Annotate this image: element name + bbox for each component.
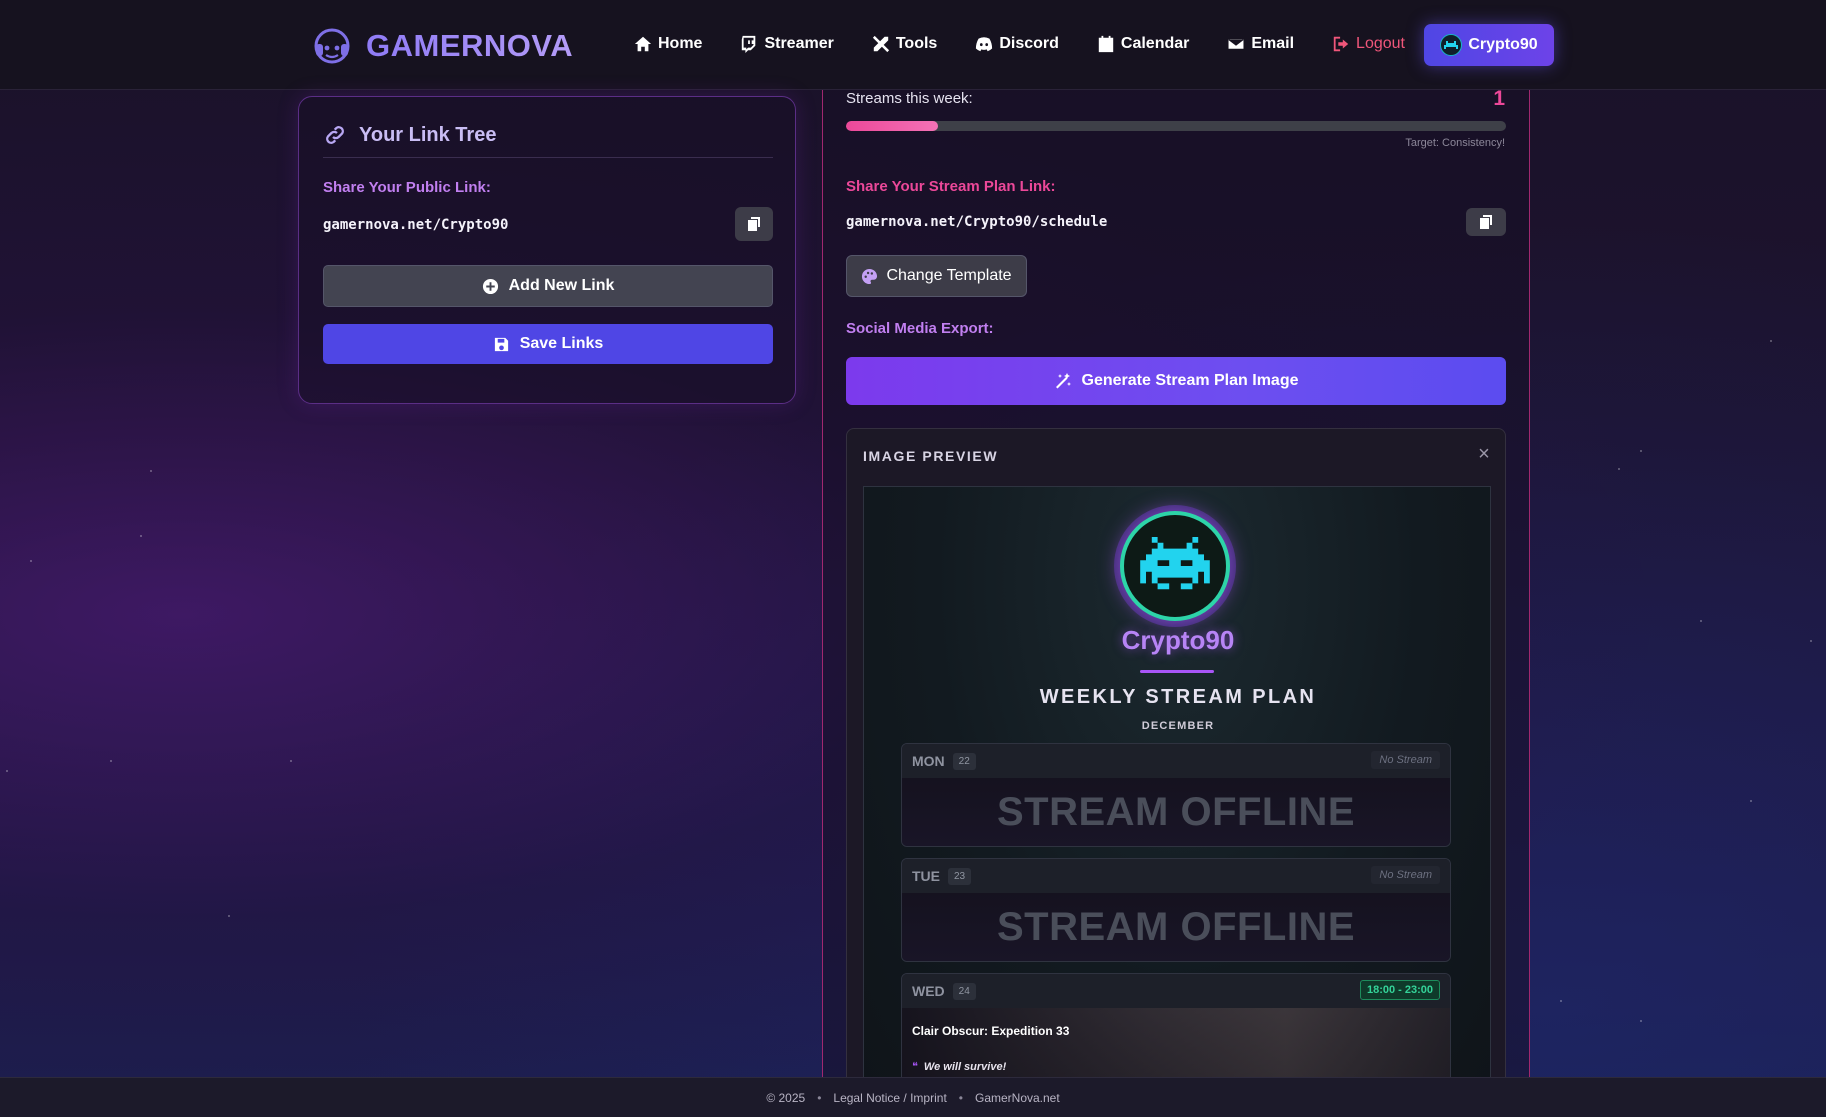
target-caption: Target: Consistency! [1405, 137, 1505, 149]
link-tree-title-text: Your Link Tree [359, 123, 497, 146]
game-banner: Clair Obscur: Expedition 33 ❝ We will sur… [902, 1008, 1450, 1087]
streams-week-label: Streams this week: [846, 90, 973, 107]
generate-stream-plan-image-button[interactable]: Generate Stream Plan Image [846, 357, 1506, 405]
nav-streamer-label: Streamer [764, 35, 834, 52]
day-card-wed: WED 24 18:00 - 23:00 Clair Obscur: Exped… [901, 973, 1451, 1087]
day-date: 23 [948, 867, 972, 885]
generate-label: Generate Stream Plan Image [1081, 372, 1299, 389]
nav-tools[interactable]: Tools [872, 28, 937, 60]
add-new-link-label: Add New Link [508, 277, 615, 294]
nav-email-label: Email [1251, 35, 1295, 52]
space-invader-icon [1140, 537, 1210, 590]
footer-separator: • [958, 1090, 963, 1105]
main-nav: Home Streamer Tools Discord Calendar Ema… [634, 28, 1443, 60]
streams-progress-fill [846, 121, 939, 131]
nav-discord[interactable]: Discord [975, 28, 1059, 60]
copy-icon [1480, 215, 1492, 229]
nav-home-label: Home [658, 35, 703, 52]
plan-link-label: Share Your Stream Plan Link: [846, 178, 1056, 195]
day-date: 24 [952, 982, 976, 1000]
plan-link-url: gamernova.net/Crypto90/schedule [846, 214, 1108, 230]
stream-offline-text: STREAM OFFLINE [902, 778, 1450, 846]
day-header: MON 22 No Stream [902, 744, 1450, 778]
footer-legal-link[interactable]: Legal Notice / Imprint [833, 1091, 946, 1105]
copy-public-link-button[interactable] [735, 207, 773, 241]
footer-copyright: © 2025 [766, 1090, 806, 1105]
top-navbar: GAMERNOVA Home Streamer Tools Discord Ca… [0, 0, 1826, 90]
nav-discord-label: Discord [999, 35, 1059, 52]
add-new-link-button[interactable]: Add New Link [323, 265, 773, 307]
plan-name-underline [1140, 670, 1214, 673]
day-time-badge: 18:00 - 23:00 [1359, 980, 1440, 1000]
stream-quote-text: We will survive! [923, 1061, 1007, 1073]
day-status-badge: No Stream [1371, 751, 1440, 769]
brand[interactable]: GAMERNOVA [310, 24, 573, 68]
nav-calendar-label: Calendar [1120, 35, 1190, 52]
footer-site-link[interactable]: GamerNova.net [975, 1091, 1060, 1105]
stream-plan-image: Crypto90 WEEKLY STREAM PLAN DECEMBER MON… [863, 486, 1491, 1087]
footer: © 2025 • Legal Notice / Imprint • GamerN… [0, 1077, 1826, 1117]
day-date: 22 [952, 752, 976, 770]
quote-icon: ❝ [912, 1061, 918, 1073]
day-header: WED 24 18:00 - 23:00 [902, 974, 1450, 1008]
public-link-label: Share Your Public Link: [323, 179, 491, 196]
twitch-icon [742, 35, 756, 53]
stream-plan-panel: Streams this week: 1 Target: Consistency… [822, 87, 1530, 1088]
day-name: TUE [912, 868, 940, 884]
plan-title: WEEKLY STREAM PLAN [1039, 686, 1317, 708]
streamer-avatar [1120, 511, 1230, 621]
headset-logo-icon [314, 28, 350, 64]
copy-plan-link-button[interactable] [1466, 208, 1506, 236]
nav-logout[interactable]: Logout [1332, 28, 1405, 60]
stream-offline-text: STREAM OFFLINE [902, 893, 1450, 961]
footer-separator: • [817, 1090, 822, 1105]
brand-name: GAMERNOVA [366, 28, 574, 63]
palette-icon [862, 268, 878, 284]
day-card-tue: TUE 23 No Stream STREAM OFFLINE [901, 858, 1451, 962]
day-status-badge: No Stream [1371, 866, 1440, 884]
day-name: WED [912, 983, 945, 999]
plan-streamer-name: Crypto90 [1121, 625, 1235, 655]
close-preview-icon[interactable]: × [1475, 444, 1493, 464]
link-tree-card: Your Link Tree Share Your Public Link: g… [298, 96, 796, 404]
change-template-label: Change Template [886, 267, 1012, 284]
discord-icon [976, 37, 993, 52]
user-profile-button[interactable]: Crypto90 [1424, 24, 1554, 66]
plus-circle-icon [482, 278, 498, 294]
tools-icon [872, 35, 889, 53]
magic-wand-icon [1055, 373, 1071, 389]
plan-month: DECEMBER [1141, 720, 1215, 732]
nav-streamer[interactable]: Streamer [740, 28, 834, 60]
link-icon [326, 126, 344, 144]
change-template-button[interactable]: Change Template [846, 255, 1027, 297]
user-name: Crypto90 [1468, 36, 1538, 53]
image-preview-heading: IMAGE PREVIEW [863, 448, 999, 464]
nav-home[interactable]: Home [634, 28, 702, 60]
link-tree-title: Your Link Tree [323, 123, 773, 158]
user-avatar-icon [1440, 34, 1463, 56]
day-card-mon: MON 22 No Stream STREAM OFFLINE [901, 743, 1451, 847]
nav-tools-label: Tools [895, 35, 938, 52]
nav-calendar[interactable]: Calendar [1097, 28, 1189, 60]
save-links-button[interactable]: Save Links [323, 324, 773, 364]
home-icon [634, 36, 652, 52]
game-title: Clair Obscur: Expedition 33 [912, 1024, 1070, 1038]
social-export-label: Social Media Export: [846, 320, 994, 337]
calendar-icon [1098, 35, 1114, 53]
streams-progress-bar [846, 121, 1506, 131]
day-header: TUE 23 No Stream [902, 859, 1450, 893]
day-name: MON [912, 753, 945, 769]
image-preview-panel: IMAGE PREVIEW × Crypto90 WEEKLY STREAM P… [846, 428, 1506, 1088]
copy-icon [748, 217, 760, 231]
public-link-url: gamernova.net/Crypto90 [323, 217, 509, 233]
streams-week-count: 1 [1493, 87, 1505, 110]
logout-icon [1333, 36, 1349, 52]
stream-quote: ❝ We will survive! [912, 1060, 1006, 1073]
envelope-icon [1227, 37, 1246, 51]
save-icon [494, 337, 508, 351]
save-links-label: Save Links [519, 335, 604, 352]
nav-email[interactable]: Email [1227, 28, 1294, 60]
nav-logout-label: Logout [1356, 35, 1405, 52]
